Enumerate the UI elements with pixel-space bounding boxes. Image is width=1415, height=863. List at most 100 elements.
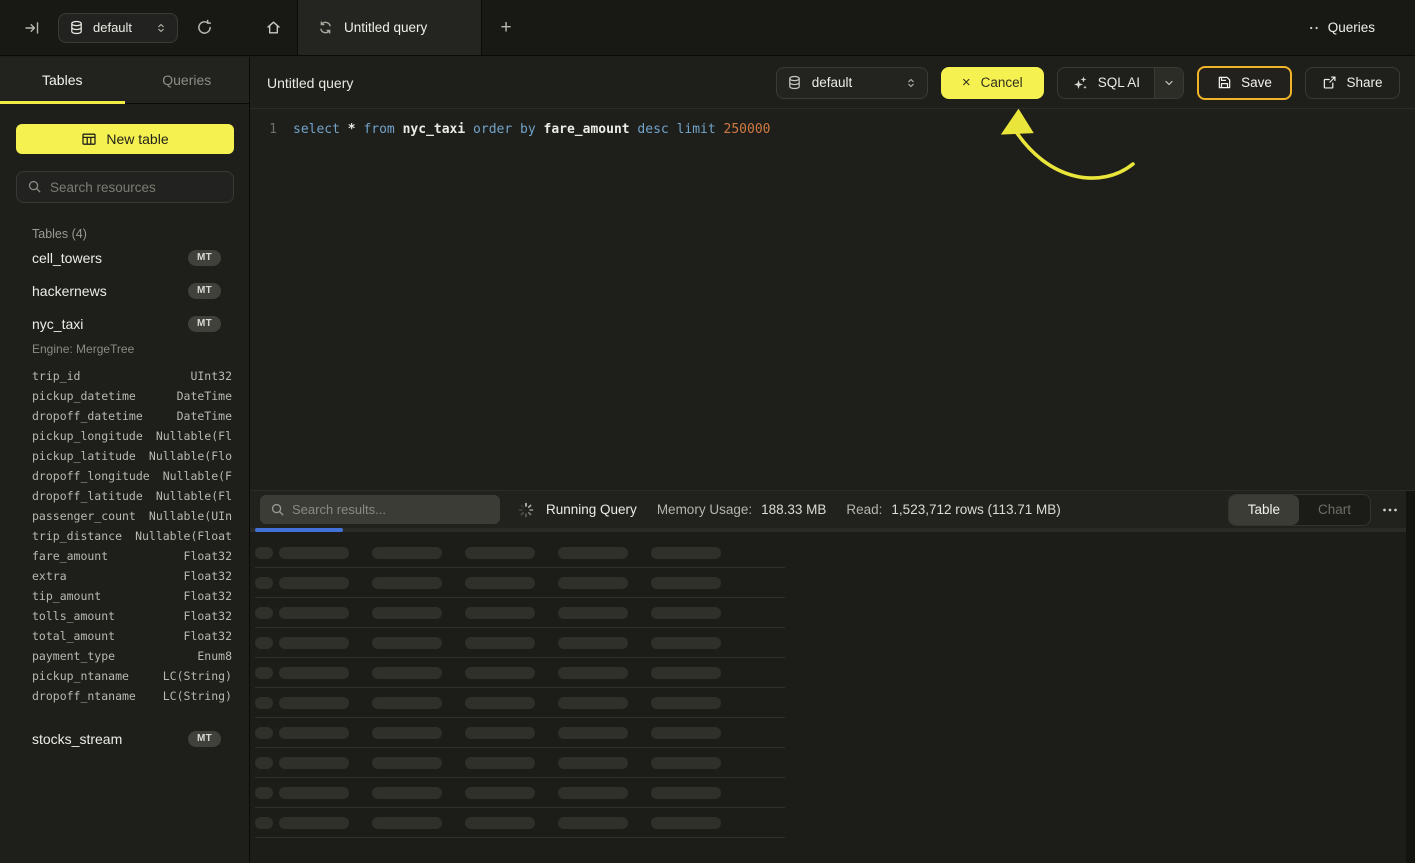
skeleton-table bbox=[250, 532, 1415, 863]
table-column-row[interactable]: pickup_latitude Nullable(Flo bbox=[32, 446, 232, 466]
search-resources-input[interactable] bbox=[16, 171, 234, 203]
sql-ai-button[interactable]: SQL AI bbox=[1057, 67, 1184, 99]
search-results-input[interactable] bbox=[260, 495, 500, 524]
column-name: pickup_datetime bbox=[32, 389, 136, 403]
table-column-row[interactable]: dropoff_longitude Nullable(F bbox=[32, 466, 232, 486]
column-name: tip_amount bbox=[32, 589, 101, 603]
sidebar-content: New table Tables (4) cell_towers MT hack… bbox=[0, 104, 249, 755]
line-number: 1 bbox=[267, 119, 277, 141]
query-status: Running Query bbox=[546, 502, 637, 517]
sql-ai-main[interactable]: SQL AI bbox=[1058, 68, 1154, 98]
table-item-stocks-stream[interactable]: stocks_stream MT bbox=[16, 722, 233, 755]
table-engine-label: Engine: MergeTree bbox=[16, 342, 233, 356]
save-button-label: Save bbox=[1241, 75, 1272, 90]
table-column-row[interactable]: fare_amount Float32 bbox=[32, 546, 232, 566]
column-type: Nullable(UIn bbox=[149, 509, 232, 523]
sql-ai-dropdown[interactable] bbox=[1154, 68, 1183, 98]
column-type: UInt32 bbox=[190, 369, 232, 383]
table-column-row[interactable]: payment_type Enum8 bbox=[32, 646, 232, 666]
cancel-button[interactable]: × Cancel bbox=[941, 67, 1044, 99]
sidebar-tabs: Tables Queries bbox=[0, 57, 249, 104]
close-icon: × bbox=[962, 75, 971, 90]
table-column-row[interactable]: passenger_count Nullable(UIn bbox=[32, 506, 232, 526]
column-name: fare_amount bbox=[32, 549, 108, 563]
table-column-row[interactable]: dropoff_datetime DateTime bbox=[32, 406, 232, 426]
toggle-table[interactable]: Table bbox=[1229, 495, 1299, 525]
code-line: 1 select * from nyc_taxi order by fare_a… bbox=[267, 119, 1415, 141]
save-button[interactable]: Save bbox=[1197, 66, 1292, 100]
refresh-icon[interactable] bbox=[190, 14, 218, 42]
table-column-row[interactable]: trip_id UInt32 bbox=[32, 366, 232, 386]
sql-token: desc bbox=[637, 122, 676, 137]
column-type: LC(String) bbox=[163, 689, 232, 703]
main-area: Untitled query default × Cancel bbox=[250, 57, 1415, 863]
sql-editor[interactable]: 1 select * from nyc_taxi order by fare_a… bbox=[250, 109, 1415, 490]
home-tab[interactable] bbox=[250, 0, 297, 55]
engine-badge: MT bbox=[188, 316, 221, 332]
table-column-row[interactable]: pickup_longitude Nullable(Fl bbox=[32, 426, 232, 446]
new-table-button-label: New table bbox=[106, 131, 168, 147]
top-bar: default Untitled query bbox=[0, 0, 1415, 56]
column-type: Float32 bbox=[184, 589, 232, 603]
table-column-row[interactable]: total_amount Float32 bbox=[32, 626, 232, 646]
query-database-value: default bbox=[812, 75, 895, 90]
sidebar-search bbox=[16, 171, 233, 203]
column-type: DateTime bbox=[177, 389, 232, 403]
column-type: DateTime bbox=[177, 409, 232, 423]
read-value: 1,523,712 rows (113.71 MB) bbox=[891, 502, 1060, 517]
skeleton-row bbox=[255, 598, 785, 628]
table-column-row[interactable]: pickup_datetime DateTime bbox=[32, 386, 232, 406]
sync-icon bbox=[318, 20, 333, 35]
database-icon bbox=[787, 75, 802, 90]
column-type: Float32 bbox=[184, 629, 232, 643]
column-name: trip_id bbox=[32, 369, 80, 383]
sql-token: 250000 bbox=[724, 122, 771, 137]
column-name: dropoff_latitude bbox=[32, 489, 143, 503]
share-button[interactable]: Share bbox=[1305, 67, 1400, 99]
toggle-chart[interactable]: Chart bbox=[1299, 495, 1370, 525]
floppy-icon bbox=[1217, 75, 1232, 90]
tab-untitled-query[interactable]: Untitled query bbox=[297, 0, 482, 55]
column-name: total_amount bbox=[32, 629, 115, 643]
queries-link[interactable]: Queries bbox=[1309, 0, 1415, 55]
new-table-button[interactable]: New table bbox=[16, 124, 234, 154]
results-scrollbar[interactable] bbox=[1406, 491, 1415, 863]
column-type: LC(String) bbox=[163, 669, 232, 683]
more-options-icon[interactable] bbox=[1381, 502, 1399, 518]
column-name: payment_type bbox=[32, 649, 115, 663]
table-item-cell-towers[interactable]: cell_towers MT bbox=[16, 241, 233, 274]
tables-section-header: Tables (4) bbox=[32, 227, 233, 241]
table-column-row[interactable]: trip_distance Nullable(Float bbox=[32, 526, 232, 546]
column-name: pickup_latitude bbox=[32, 449, 136, 463]
memory-usage-value: 188.33 MB bbox=[761, 502, 826, 517]
database-selector[interactable]: default bbox=[58, 13, 178, 43]
home-icon bbox=[265, 19, 282, 36]
cancel-button-label: Cancel bbox=[981, 75, 1023, 90]
skeleton-row bbox=[255, 568, 785, 598]
table-column-row[interactable]: dropoff_ntaname LC(String) bbox=[32, 686, 232, 706]
column-type: Float32 bbox=[184, 609, 232, 623]
table-name: hackernews bbox=[32, 283, 107, 299]
skeleton-row bbox=[255, 778, 785, 808]
table-column-row[interactable]: extra Float32 bbox=[32, 566, 232, 586]
column-name: trip_distance bbox=[32, 529, 122, 543]
new-tab-button[interactable]: + bbox=[482, 0, 530, 55]
skeleton-row bbox=[255, 628, 785, 658]
table-column-row[interactable]: tolls_amount Float32 bbox=[32, 606, 232, 626]
table-column-row[interactable]: tip_amount Float32 bbox=[32, 586, 232, 606]
sql-token: by bbox=[520, 122, 543, 137]
column-type: Nullable(F bbox=[163, 469, 232, 483]
skeleton-row bbox=[255, 718, 785, 748]
query-database-selector[interactable]: default bbox=[776, 67, 928, 99]
sql-token: order bbox=[473, 122, 520, 137]
table-column-row[interactable]: dropoff_latitude Nullable(Fl bbox=[32, 486, 232, 506]
queries-link-label: Queries bbox=[1328, 20, 1375, 35]
table-column-row[interactable]: pickup_ntaname LC(String) bbox=[32, 666, 232, 686]
sql-token: select bbox=[293, 122, 348, 137]
skeleton-row bbox=[255, 688, 785, 718]
collapse-sidebar-icon[interactable] bbox=[18, 14, 46, 42]
table-item-nyc-taxi[interactable]: nyc_taxi MT bbox=[16, 307, 233, 340]
table-item-hackernews[interactable]: hackernews MT bbox=[16, 274, 233, 307]
sidebar-tab-tables[interactable]: Tables bbox=[0, 57, 125, 103]
sidebar-tab-queries[interactable]: Queries bbox=[125, 57, 250, 103]
